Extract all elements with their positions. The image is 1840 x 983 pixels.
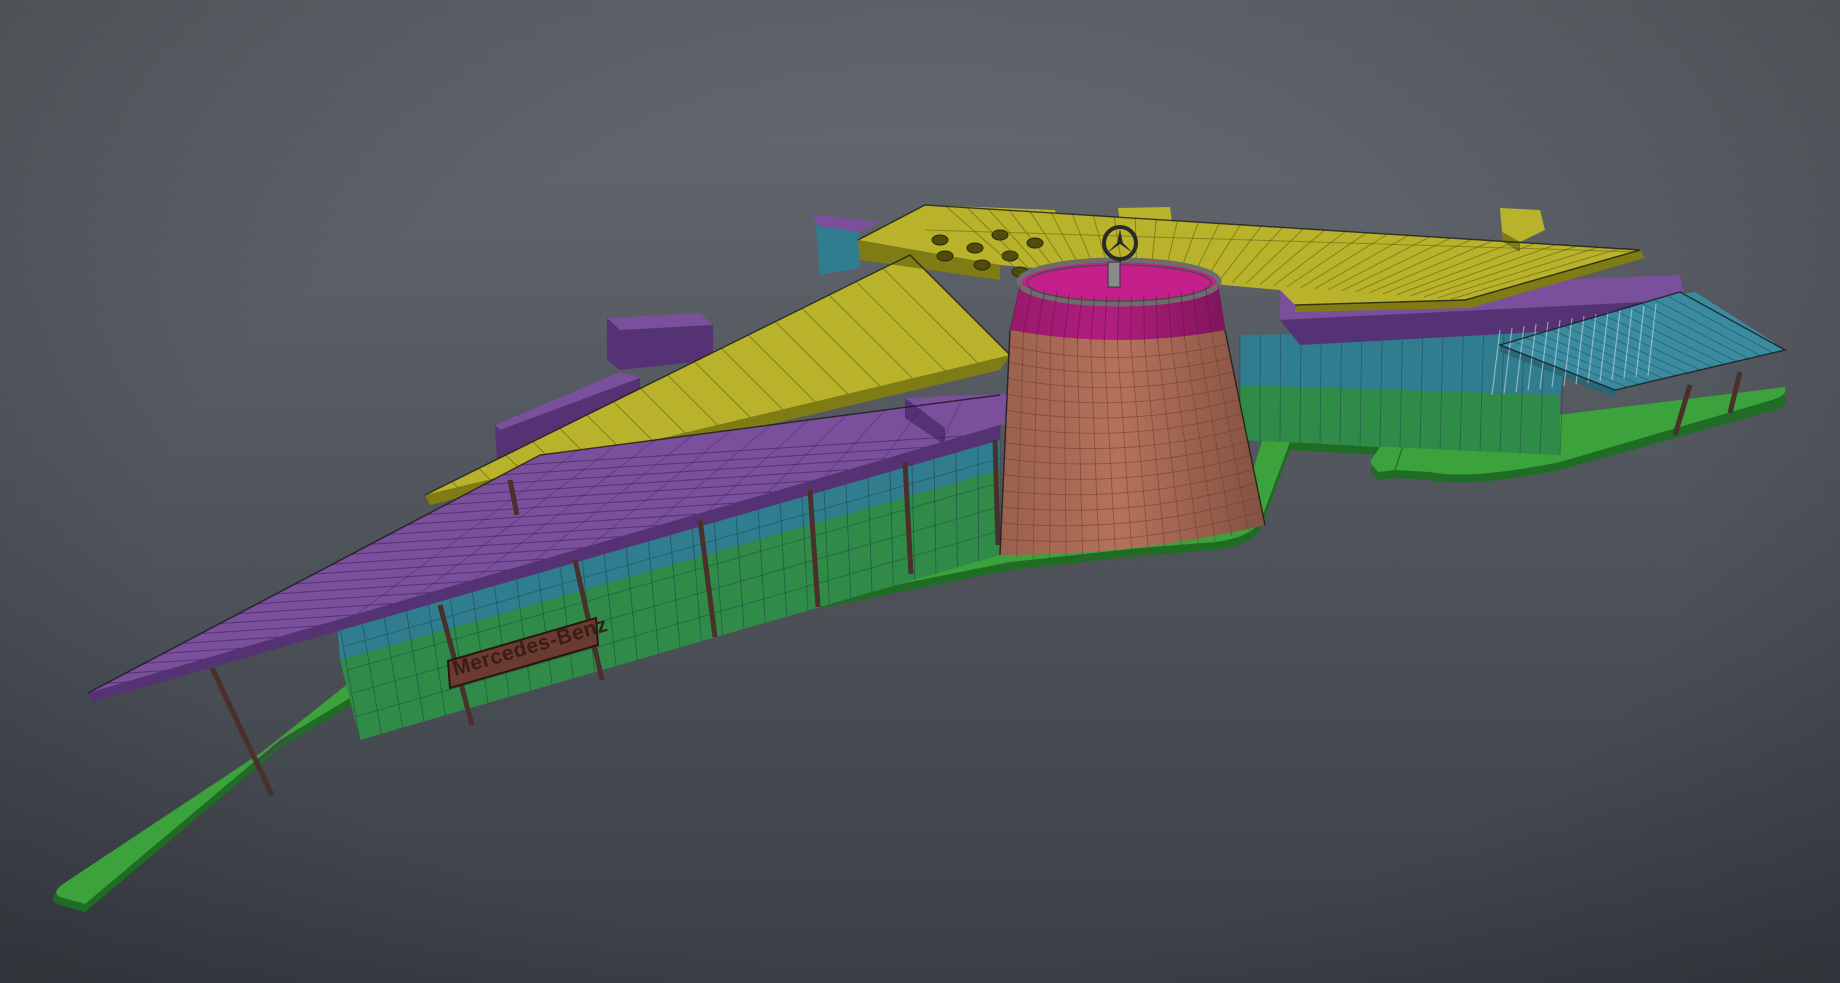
support-post	[992, 439, 1001, 546]
tower-panel-joint	[1143, 296, 1145, 344]
3d-viewport[interactable]: Mercedes-Benz	[0, 0, 1840, 983]
skylight-opening	[966, 242, 984, 254]
building-model-render: Mercedes-Benz	[0, 0, 1840, 983]
skylight-opening	[936, 250, 954, 262]
skylight-opening	[973, 259, 991, 271]
tower-panel-joint	[1049, 338, 1051, 561]
skylight-opening	[931, 234, 949, 246]
